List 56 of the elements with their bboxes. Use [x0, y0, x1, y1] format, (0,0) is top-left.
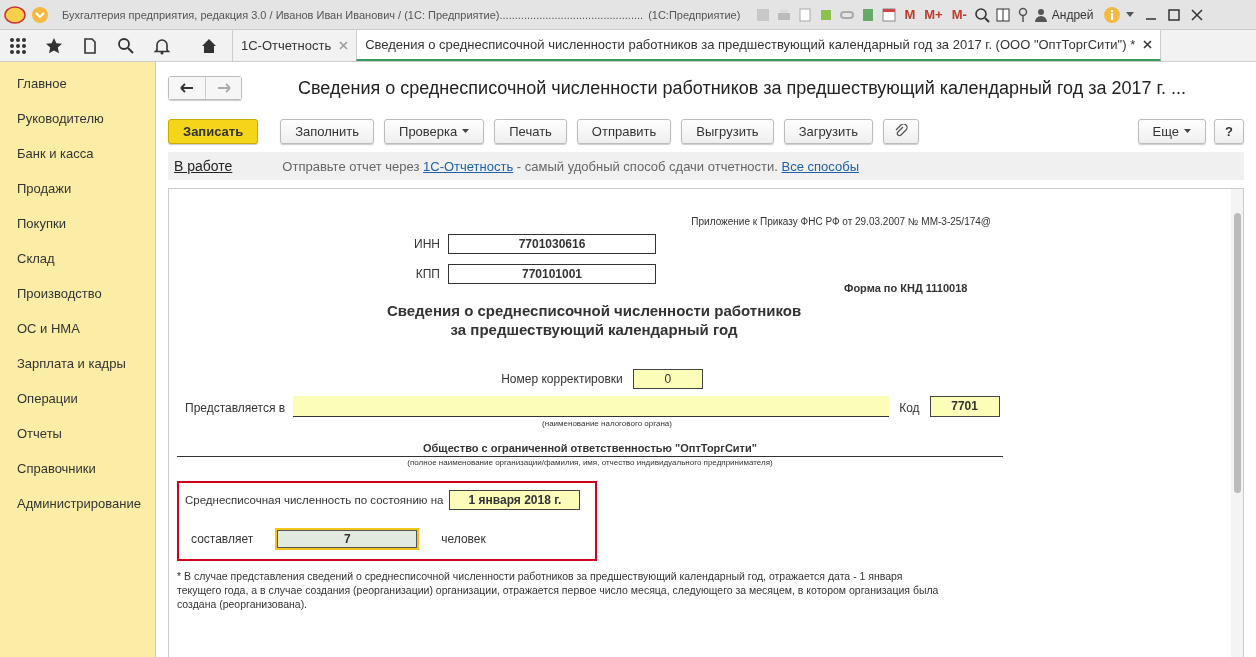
field-label: составляет — [191, 532, 254, 546]
dropdown-button[interactable]: Проверка — [384, 118, 485, 144]
field-caption: (наименование налогового органа) — [541, 419, 673, 428]
sidebar-item[interactable]: Покупки — [0, 208, 155, 243]
form-heading: Сведения о среднесписочной численности работников — [385, 301, 803, 320]
sidebar-item[interactable]: Операции — [0, 383, 155, 418]
sidebar-item[interactable]: ОС и НМА — [0, 313, 155, 348]
save-button[interactable]: Записать — [168, 118, 259, 144]
document-title: Сведения о среднесписочной численности работников за предшествующий календарный год за 2017 г. ... — [298, 77, 1186, 99]
sidebar-item[interactable]: Продажи — [0, 173, 155, 208]
inn-field[interactable]: 7701030616 — [448, 234, 656, 254]
field-label: ИНН — [413, 237, 441, 251]
help-button[interactable]: ? — [1214, 118, 1244, 144]
sidebar-item[interactable]: Справочники — [0, 453, 155, 488]
organization-name: Общество с ограниченной ответственностью "ОптТоргСити" — [177, 442, 1003, 457]
sidebar-item[interactable]: Банк и касса — [0, 138, 155, 173]
field-label: КПП — [414, 267, 441, 281]
unit-label: человек — [441, 532, 486, 546]
form-heading: за предшествующий календарный год — [449, 320, 739, 339]
reporting-link[interactable]: 1С-Отчетность — [423, 158, 514, 174]
field-label: Представляется в — [185, 401, 286, 417]
field-label: Среднесписочная численность по состоянию на — [185, 494, 444, 506]
date-field[interactable]: 1 января 2018 г. — [449, 490, 581, 510]
sidebar-item[interactable]: Зарплата и кадры — [0, 348, 155, 383]
all-methods-link[interactable]: Все способы — [781, 158, 859, 174]
field-label: Номер корректировки — [501, 372, 623, 386]
sidebar-item[interactable]: Руководителю — [0, 103, 155, 138]
code-field[interactable]: 7701 — [929, 396, 1000, 417]
correction-field[interactable]: 0 — [632, 369, 703, 389]
sidebar-item[interactable]: Производство — [0, 278, 155, 313]
status-link[interactable]: В работе — [174, 158, 233, 174]
toolbar-button[interactable]: Заполнить — [280, 118, 375, 144]
field-caption: (полное наименование организации/фамилия, имя, отчество индивидуального предпринимателя) — [406, 458, 774, 467]
kpp-field[interactable]: 770101001 — [448, 264, 656, 284]
user-name[interactable]: Андрей — [1051, 7, 1094, 22]
toolbar-button[interactable]: Выгрузить — [681, 118, 774, 144]
window-title: Бухгалтерия предприятия, редакция 3.0 / Иванов Иван Иванович / (1С: Предприятие)............................................... — [62, 8, 644, 21]
field-label: Код — [899, 401, 920, 417]
memory-button[interactable]: M- — [949, 7, 969, 22]
sidebar-item[interactable]: Отчеты — [0, 418, 155, 453]
window-subtitle: (1С:Предприятие) — [648, 8, 741, 21]
toolbar-button[interactable]: Отправить — [576, 118, 672, 144]
sidebar-item[interactable]: Главное — [0, 68, 155, 103]
count-field[interactable]: 7 — [275, 528, 420, 550]
sidebar-item[interactable]: Склад — [0, 243, 155, 278]
more-button[interactable]: Еще — [1137, 118, 1207, 144]
appendix-text: Приложение к Приказу ФНС РФ от 29.03.2007 № ММ-3-25/174@ — [690, 216, 991, 227]
tab[interactable]: Сведения о среднесписочной численности работников за предшествующий календарный год за 2017 г. (ООО "ОптТоргСити") * — [356, 30, 1162, 61]
sidebar-item[interactable]: Администрирование — [0, 488, 155, 523]
toolbar-button[interactable]: Загрузить — [783, 118, 873, 144]
memory-button[interactable]: M+ — [922, 7, 945, 22]
form-code-text: Форма по КНД 1110018 — [844, 282, 968, 294]
toolbar-button[interactable]: Печать — [494, 118, 567, 144]
memory-button[interactable]: M — [902, 7, 918, 22]
footnote-text: * В случае представления сведений о среднесписочной численности работников за предшествующий календарный год, отражается дата - 1 января текущего года, а в случае создания (реорганизации) организации, отражается первое число месяца, следующего за месяцем, в котором организация была создана (реорганизована). — [177, 569, 940, 611]
hint-text: Отправьте отчет через 1С-Отчетность - самый удобный способ сдачи отчетности. Все способы — [282, 158, 859, 174]
